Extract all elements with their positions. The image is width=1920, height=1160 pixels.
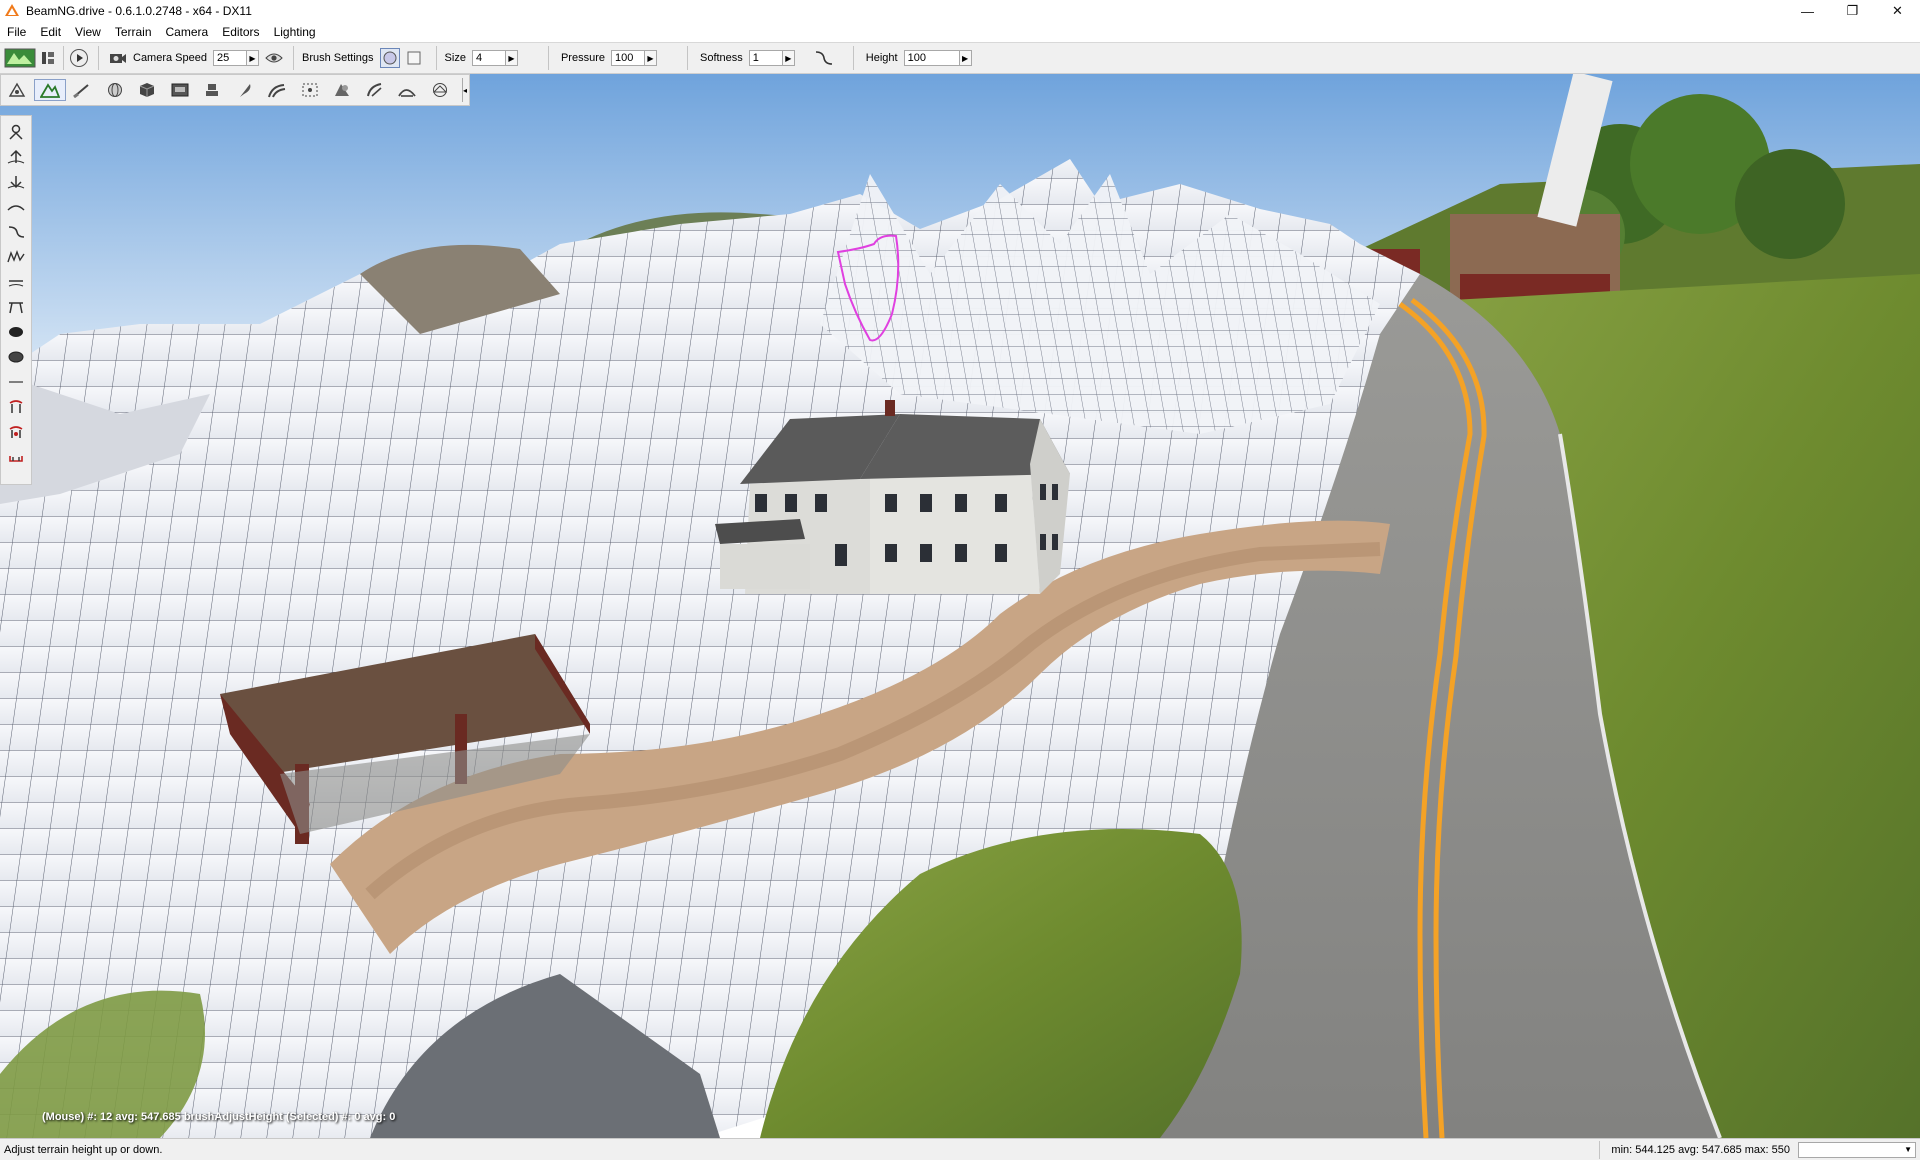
road-icon[interactable] [359, 79, 392, 101]
size-arrow-icon[interactable]: ▶ [505, 50, 518, 66]
pressure-arrow-icon[interactable]: ▶ [644, 50, 657, 66]
pressure-label: Pressure [560, 52, 605, 64]
height-input[interactable] [903, 50, 960, 66]
object-select-icon[interactable] [1, 79, 34, 101]
flatten-icon[interactable] [2, 269, 30, 294]
status-bar: Adjust terrain height up or down. min: 5… [0, 1138, 1920, 1160]
editor-tool-palette: ◂ [0, 74, 470, 106]
clear-terrain-icon[interactable] [2, 319, 30, 344]
scene-render [0, 74, 1920, 1138]
status-divider [1599, 1140, 1600, 1159]
cube-icon[interactable] [131, 79, 164, 101]
square-brush-button[interactable] [403, 48, 424, 68]
window-title: BeamNG.drive - 0.6.1.0.2748 - x64 - DX11 [26, 4, 252, 18]
height-stats: min: 544.125 avg: 547.685 max: 550 [1611, 1143, 1790, 1156]
scene-viewport[interactable]: (Mouse) #: 12 avg: 547.685 brushAdjustHe… [0, 74, 1920, 1138]
sphere-icon[interactable] [99, 79, 132, 101]
sign-icon[interactable] [164, 79, 197, 101]
noise-icon[interactable] [2, 244, 30, 269]
brush-readout: (Mouse) #: 12 avg: 547.685 brushAdjustHe… [42, 1111, 396, 1123]
terrain-editor-icon[interactable] [33, 79, 67, 101]
camera-speed-arrow-icon[interactable]: ▶ [247, 50, 259, 66]
set-average-icon[interactable] [2, 394, 30, 419]
pressure-input[interactable] [610, 50, 645, 66]
paint-material-icon[interactable] [2, 419, 30, 444]
grab-terrain-icon[interactable] [2, 119, 30, 144]
terrain-painter-icon[interactable] [66, 79, 99, 101]
slope-icon[interactable] [2, 219, 30, 244]
close-button[interactable]: ✕ [1875, 0, 1920, 22]
decal-icon[interactable] [196, 79, 229, 101]
brush-settings-label: Brush Settings [302, 52, 374, 64]
menu-view[interactable]: View [68, 25, 108, 39]
terrain-tool-palette [0, 115, 32, 485]
menu-lighting[interactable]: Lighting [267, 25, 323, 39]
palette-collapse-icon[interactable]: ◂ [462, 78, 469, 102]
title-bar: BeamNG.drive - 0.6.1.0.2748 - x64 - DX11… [0, 0, 1920, 22]
camera-icon[interactable] [107, 47, 129, 69]
chevron-down-icon: ▼ [1904, 1145, 1912, 1154]
set-empty-icon[interactable] [2, 369, 30, 394]
toolbar-separator [63, 46, 64, 70]
gui-editor-icon[interactable] [37, 47, 59, 69]
menu-editors[interactable]: Editors [215, 25, 266, 39]
forest-icon[interactable] [229, 79, 262, 101]
toolbar-separator [547, 46, 549, 70]
toolbar-separator [435, 46, 437, 70]
camera-speed-input[interactable] [213, 50, 247, 66]
main-toolbar: Camera Speed ▶ Brush Settings Size ▶ Pre… [0, 42, 1920, 74]
size-input[interactable] [471, 50, 506, 66]
softness-curve-icon[interactable] [813, 47, 835, 69]
status-hint: Adjust terrain height up or down. [4, 1143, 163, 1156]
menu-file[interactable]: File [0, 25, 33, 39]
shape-icon[interactable] [326, 79, 359, 101]
eye-icon[interactable] [263, 47, 285, 69]
mesh-road-icon[interactable] [294, 79, 327, 101]
app-icon [5, 4, 19, 16]
menu-terrain[interactable]: Terrain [108, 25, 159, 39]
height-arrow-icon[interactable]: ▶ [959, 50, 972, 66]
raise-height-icon[interactable] [2, 144, 30, 169]
lower-height-icon[interactable] [2, 169, 30, 194]
menu-edit[interactable]: Edit [33, 25, 68, 39]
set-height-icon[interactable] [2, 294, 30, 319]
clear-material-icon[interactable] [2, 444, 30, 469]
toolbar-separator [852, 46, 854, 70]
menu-camera[interactable]: Camera [159, 25, 216, 39]
circle-brush-button[interactable] [379, 48, 400, 68]
camera-speed-label: Camera Speed [133, 52, 207, 64]
height-label: Height [865, 52, 898, 64]
smooth-icon[interactable] [2, 194, 30, 219]
softness-input[interactable] [748, 50, 783, 66]
window-controls: — ❐ ✕ [1785, 0, 1920, 22]
minimize-button[interactable]: — [1785, 0, 1830, 22]
world-editor-icon[interactable] [3, 47, 37, 69]
toolbar-separator [98, 46, 99, 70]
play-icon[interactable] [68, 47, 90, 69]
softness-label: Softness [699, 52, 743, 64]
softness-arrow-icon[interactable]: ▶ [782, 50, 795, 66]
path-icon[interactable] [391, 79, 424, 101]
restore-button[interactable]: ❐ [1830, 0, 1875, 22]
menu-bar: File Edit View Terrain Camera Editors Li… [0, 22, 1920, 42]
river-icon[interactable] [261, 79, 294, 101]
size-label: Size [444, 52, 466, 64]
restore-terrain-icon[interactable] [2, 344, 30, 369]
status-dropdown[interactable]: ▼ [1798, 1141, 1916, 1158]
toolbar-separator [686, 46, 688, 70]
navmesh-icon[interactable] [424, 79, 457, 101]
toolbar-separator [293, 46, 294, 70]
